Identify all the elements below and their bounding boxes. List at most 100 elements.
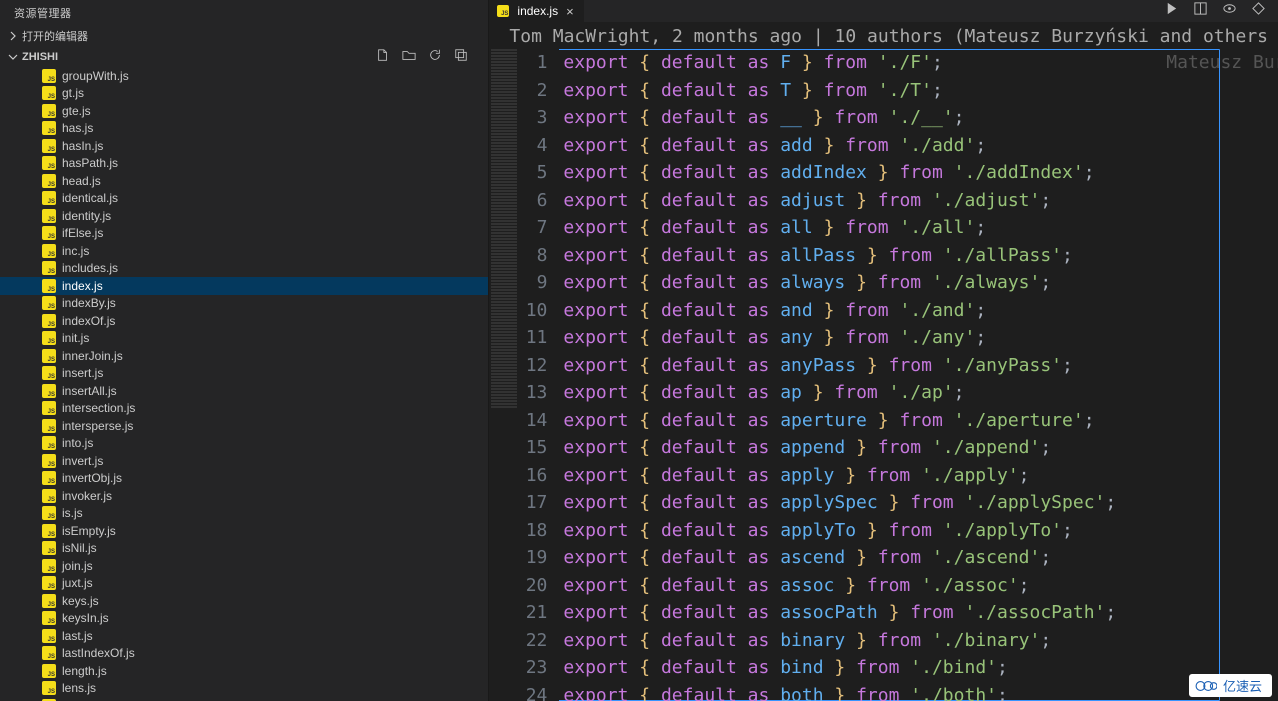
file-item[interactable]: identical.js — [0, 190, 488, 208]
code-line[interactable]: export { default as anyPass } from './an… — [559, 352, 1278, 380]
code-line[interactable]: export { default as bind } from './bind'… — [559, 654, 1278, 682]
js-file-icon — [42, 419, 56, 433]
more-icon[interactable] — [1251, 1, 1266, 21]
file-item[interactable]: init.js — [0, 330, 488, 348]
file-item[interactable]: identity.js — [0, 207, 488, 225]
file-item[interactable]: last.js — [0, 627, 488, 645]
file-label: indexOf.js — [62, 314, 115, 328]
file-item[interactable]: insert.js — [0, 365, 488, 383]
js-file-icon — [42, 664, 56, 678]
code-line[interactable]: export { default as allPass } from './al… — [559, 242, 1278, 270]
file-item[interactable]: length.js — [0, 662, 488, 680]
chevron-down-icon — [8, 52, 18, 62]
file-item[interactable]: is.js — [0, 505, 488, 523]
file-item[interactable]: gt.js — [0, 85, 488, 103]
code-line[interactable]: export { default as binary } from './bin… — [559, 627, 1278, 655]
code-line[interactable]: export { default as assoc } from './asso… — [559, 572, 1278, 600]
file-label: groupWith.js — [62, 69, 129, 83]
code-line[interactable]: export { default as apply } from './appl… — [559, 462, 1278, 490]
file-item[interactable]: head.js — [0, 172, 488, 190]
file-item[interactable]: isNil.js — [0, 540, 488, 558]
collapse-all-icon[interactable] — [454, 48, 468, 65]
file-label: length.js — [62, 664, 107, 678]
js-file-icon — [42, 594, 56, 608]
file-label: has.js — [62, 121, 93, 135]
js-file-icon — [42, 646, 56, 660]
code-line[interactable]: export { default as applySpec } from './… — [559, 489, 1278, 517]
file-item[interactable]: keys.js — [0, 592, 488, 610]
file-item[interactable]: invertObj.js — [0, 470, 488, 488]
file-item[interactable]: lastIndexOf.js — [0, 645, 488, 663]
js-file-icon — [497, 5, 509, 17]
code-line[interactable]: export { default as applyTo } from './ap… — [559, 517, 1278, 545]
file-label: identical.js — [62, 191, 118, 205]
code-line[interactable]: export { default as aperture } from './a… — [559, 407, 1278, 435]
code-line[interactable]: export { default as and } from './and'; — [559, 297, 1278, 325]
new-folder-icon[interactable] — [402, 48, 416, 65]
code-line[interactable]: export { default as ap } from './ap'; — [559, 379, 1278, 407]
open-editors-section[interactable]: 打开的编辑器 — [0, 26, 488, 46]
refresh-icon[interactable] — [428, 48, 442, 65]
file-item[interactable]: indexOf.js — [0, 312, 488, 330]
js-file-icon — [42, 69, 56, 83]
file-item[interactable]: invert.js — [0, 452, 488, 470]
file-item[interactable]: join.js — [0, 557, 488, 575]
code-line[interactable]: export { default as both } from './both'… — [559, 682, 1278, 701]
preview-icon[interactable] — [1222, 1, 1237, 21]
file-item[interactable]: intersperse.js — [0, 417, 488, 435]
file-label: insert.js — [62, 366, 103, 380]
code-line[interactable]: export { default as __ } from './__'; — [559, 104, 1278, 132]
play-icon[interactable] — [1164, 1, 1179, 21]
code-line[interactable]: export { default as ascend } from './asc… — [559, 544, 1278, 572]
code-line[interactable]: export { default as T } from './T'; — [559, 77, 1278, 105]
js-file-icon — [42, 86, 56, 100]
js-file-icon — [42, 401, 56, 415]
code-content[interactable]: export { default as F } from './F';Mateu… — [559, 49, 1278, 701]
js-file-icon — [42, 541, 56, 555]
file-tree[interactable]: groupWith.js gt.jsgte.jshas.js hasIn.jshas… — [0, 67, 488, 701]
file-label: last.js — [62, 629, 93, 643]
minimap[interactable] — [489, 49, 519, 701]
file-label: lastIndexOf.js — [62, 646, 135, 660]
close-icon[interactable]: × — [564, 4, 576, 19]
file-item[interactable]: invoker.js — [0, 487, 488, 505]
file-item[interactable]: gte.js — [0, 102, 488, 120]
code-line[interactable]: export { default as add } from './add'; — [559, 132, 1278, 160]
code-line[interactable]: export { default as any } from './any'; — [559, 324, 1278, 352]
file-item[interactable]: lens.js — [0, 680, 488, 698]
code-line[interactable]: export { default as assocPath } from './… — [559, 599, 1278, 627]
file-item[interactable]: ifElse.js — [0, 225, 488, 243]
file-item[interactable]: into.js — [0, 435, 488, 453]
file-item[interactable]: inc.js — [0, 242, 488, 260]
file-label: head.js — [62, 174, 101, 188]
file-item[interactable]: keysIn.js — [0, 610, 488, 628]
js-file-icon — [42, 226, 56, 240]
file-item[interactable]: intersection.js — [0, 400, 488, 418]
file-item[interactable]: index.js — [0, 277, 488, 295]
file-item[interactable]: hasIn.js — [0, 137, 488, 155]
code-line[interactable]: export { default as F } from './F';Mateu… — [559, 49, 1278, 77]
code-line[interactable]: export { default as always } from './alw… — [559, 269, 1278, 297]
file-item[interactable]: lensIndex.js — [0, 697, 488, 701]
file-label: identity.js — [62, 209, 111, 223]
code-line[interactable]: export { default as append } from './app… — [559, 434, 1278, 462]
tab-index-js[interactable]: index.js × — [489, 0, 583, 22]
code-line[interactable]: export { default as addIndex } from './a… — [559, 159, 1278, 187]
code-line[interactable]: export { default as adjust } from './adj… — [559, 187, 1278, 215]
js-file-icon — [42, 191, 56, 205]
file-item[interactable]: juxt.js — [0, 575, 488, 593]
new-file-icon[interactable] — [376, 48, 390, 65]
file-item[interactable]: groupWith.js — [0, 67, 488, 85]
file-item[interactable]: innerJoin.js — [0, 347, 488, 365]
code-line[interactable]: export { default as all } from './all'; — [559, 214, 1278, 242]
js-file-icon — [42, 629, 56, 643]
file-item[interactable]: isEmpty.js — [0, 522, 488, 540]
watermark-logo: 亿速云 — [1189, 674, 1272, 697]
split-icon[interactable] — [1193, 1, 1208, 21]
project-section[interactable]: ZHISHI — [0, 46, 488, 67]
file-item[interactable]: insertAll.js — [0, 382, 488, 400]
file-item[interactable]: hasPath.js — [0, 155, 488, 173]
file-item[interactable]: has.js — [0, 120, 488, 138]
file-item[interactable]: includes.js — [0, 260, 488, 278]
file-item[interactable]: indexBy.js — [0, 295, 488, 313]
